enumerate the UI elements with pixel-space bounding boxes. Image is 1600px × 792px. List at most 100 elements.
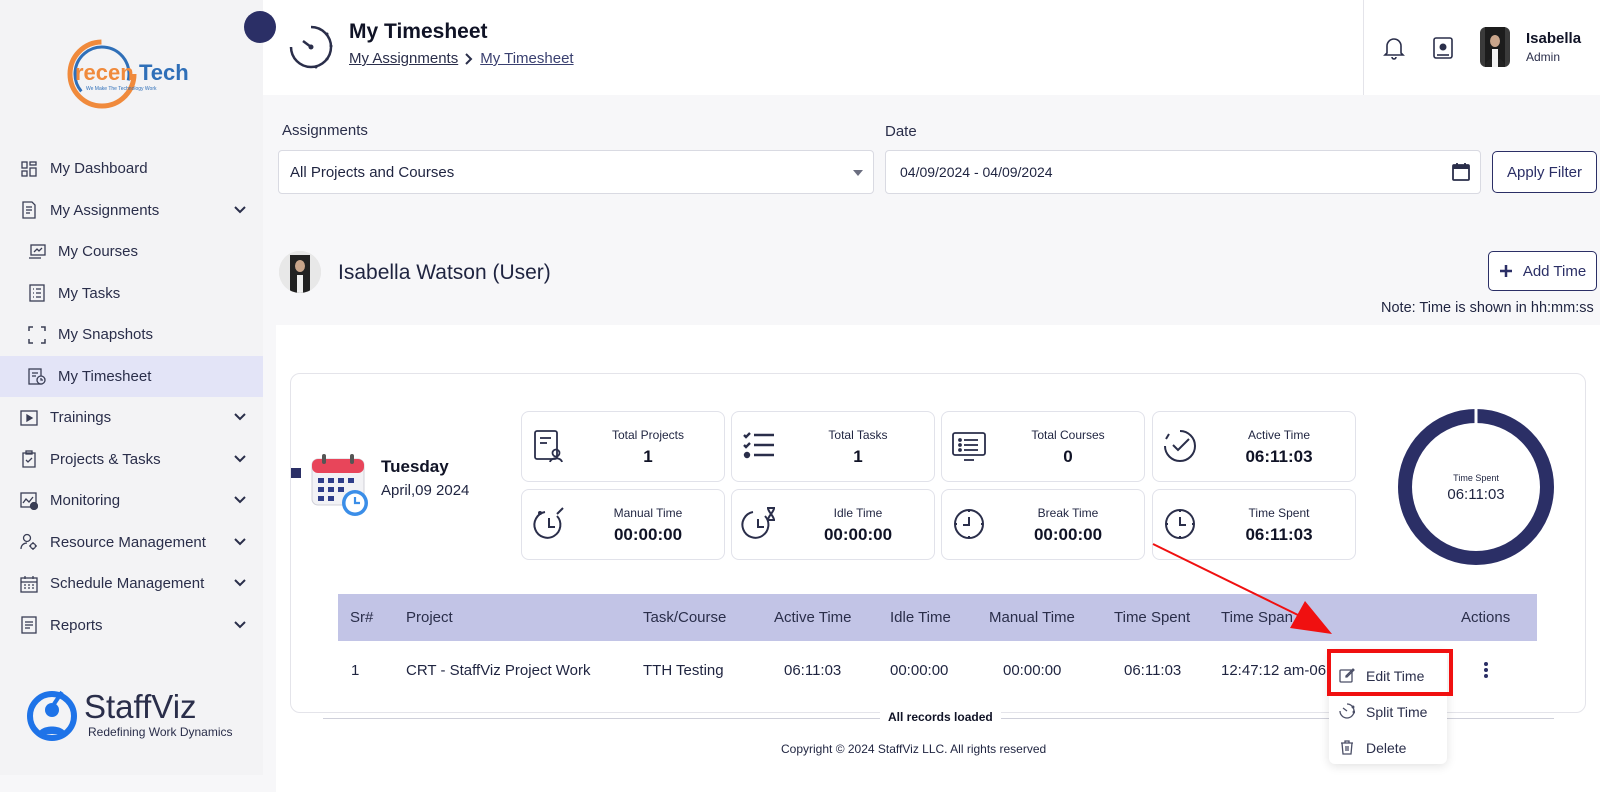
staffviz-brand-name: StaffViz bbox=[84, 688, 197, 725]
sidebar-item-schedule-management[interactable]: Schedule Management bbox=[0, 563, 263, 605]
donut-value: 06:11:03 bbox=[1447, 486, 1504, 503]
hourglass-clock-icon bbox=[741, 507, 775, 539]
sidebar-item-reports[interactable]: Reports bbox=[0, 605, 263, 647]
sidebar-item-label: My Tasks bbox=[58, 284, 121, 302]
breadcrumb: My Assignments My Timesheet bbox=[349, 50, 574, 67]
cell-manual-time: 00:00:00 bbox=[1003, 662, 1062, 679]
user-name: Isabella bbox=[1526, 30, 1582, 47]
chevron-down-icon[interactable] bbox=[233, 576, 247, 590]
stat-label: Total Courses bbox=[1031, 428, 1105, 442]
chevron-down-icon[interactable] bbox=[233, 535, 247, 549]
apply-filter-button[interactable]: Apply Filter bbox=[1492, 151, 1597, 193]
sidebar: recen Tech We Make The Technology Work M… bbox=[0, 0, 263, 775]
chevron-down-icon[interactable] bbox=[233, 203, 247, 217]
monitor-list-icon bbox=[952, 432, 986, 461]
column-header-project[interactable]: Project bbox=[406, 609, 453, 626]
chevron-down-icon[interactable] bbox=[233, 410, 247, 424]
sidebar-item-label: Monitoring bbox=[50, 492, 121, 510]
sidebar-item-resource-management[interactable]: Resource Management bbox=[0, 522, 263, 564]
play-icon bbox=[20, 409, 38, 427]
avatar[interactable] bbox=[1480, 27, 1510, 67]
stat-label: Break Time bbox=[1037, 506, 1099, 520]
chevron-down-icon[interactable] bbox=[233, 618, 247, 632]
stat-value: 06:11:03 bbox=[1245, 447, 1313, 466]
sidebar-item-trainings[interactable]: Trainings bbox=[0, 397, 263, 439]
stat-total-projects: Total Projects 1 bbox=[521, 411, 725, 482]
cell-time-span: 12:47:12 am-06 bbox=[1221, 662, 1327, 679]
menu-item-delete[interactable]: Delete bbox=[1329, 731, 1447, 765]
sidebar-item-projects-tasks[interactable]: Projects & Tasks bbox=[0, 439, 263, 481]
assignments-select[interactable]: All Projects and Courses bbox=[278, 150, 874, 194]
stat-value: 1 bbox=[853, 447, 863, 466]
row-actions-button[interactable] bbox=[1472, 656, 1500, 684]
column-header-task-course[interactable]: Task/Course bbox=[643, 609, 726, 626]
sidebar-item-label: My Dashboard bbox=[50, 160, 148, 178]
column-header-idle-time[interactable]: Idle Time bbox=[890, 609, 951, 626]
stat-value: 00:00:00 bbox=[823, 525, 893, 544]
recentech-logo[interactable]: recen Tech We Make The Technology Work bbox=[66, 38, 196, 110]
stat-value: 00:00:00 bbox=[1033, 525, 1103, 544]
split-clock-icon bbox=[1339, 703, 1355, 719]
sidebar-item-my-tasks[interactable]: My Tasks bbox=[0, 273, 263, 315]
sidebar-item-my-timesheet[interactable]: My Timesheet bbox=[0, 355, 263, 397]
stat-total-courses: Total Courses 0 bbox=[941, 411, 1145, 482]
sidebar-item-my-courses[interactable]: My Courses bbox=[0, 231, 263, 273]
time-format-note: Note: Time is shown in hh:mm:ss bbox=[1381, 300, 1594, 316]
chevron-down-icon[interactable] bbox=[233, 493, 247, 507]
sidebar-item-monitoring[interactable]: Monitoring bbox=[0, 480, 263, 522]
stat-active-time: Active Time 06:11:03 bbox=[1152, 411, 1356, 482]
menu-item-label: Split Time bbox=[1366, 704, 1428, 720]
column-header-time-spent[interactable]: Time Spent bbox=[1114, 609, 1190, 626]
breadcrumb-my-timesheet[interactable]: My Timesheet bbox=[480, 50, 573, 67]
snapshots-icon bbox=[28, 326, 46, 344]
stat-label: Total Projects bbox=[611, 428, 685, 442]
stat-label: Manual Time bbox=[613, 506, 683, 520]
cell-active-time: 06:11:03 bbox=[784, 662, 842, 679]
stat-value: 06:11:03 bbox=[1245, 525, 1313, 544]
column-header-time-span[interactable]: Time Span bbox=[1221, 609, 1293, 626]
sidebar-toggle[interactable] bbox=[244, 11, 276, 43]
timesheet-icon bbox=[28, 367, 46, 385]
cell-time-spent: 06:11:03 bbox=[1124, 662, 1182, 679]
stat-value: 0 bbox=[1063, 447, 1073, 466]
user-avatar bbox=[279, 251, 321, 293]
assignments-icon bbox=[20, 201, 38, 219]
bell-icon[interactable] bbox=[1383, 36, 1405, 60]
stat-value: 00:00:00 bbox=[613, 525, 683, 544]
book-gear-icon[interactable] bbox=[1432, 36, 1454, 60]
add-time-button[interactable]: Add Time bbox=[1488, 251, 1597, 291]
chevron-down-icon[interactable] bbox=[233, 452, 247, 466]
chevron-right-icon bbox=[465, 52, 473, 65]
sidebar-item-label: My Assignments bbox=[50, 201, 160, 219]
stat-label: Idle Time bbox=[833, 506, 883, 520]
users-gear-icon bbox=[20, 533, 38, 551]
time-spent-donut: Time Spent 06:11:03 bbox=[1398, 409, 1554, 565]
divider bbox=[1363, 0, 1364, 95]
sidebar-item-dashboard[interactable]: My Dashboard bbox=[0, 148, 263, 190]
page-title: My Timesheet bbox=[349, 20, 488, 43]
date-range-input[interactable]: 04/09/2024 - 04/09/2024 bbox=[885, 150, 1481, 194]
timesheet-clock-icon bbox=[289, 25, 333, 69]
clipboard-icon bbox=[20, 450, 38, 468]
sidebar-nav: My Dashboard My Assignments My Courses M… bbox=[0, 148, 263, 646]
sidebar-item-my-assignments[interactable]: My Assignments bbox=[0, 190, 263, 232]
assignments-label: Assignments bbox=[282, 122, 368, 139]
cell-sr: 1 bbox=[351, 662, 360, 679]
user-heading: Isabella Watson (User) bbox=[338, 261, 551, 284]
tasks-icon bbox=[28, 284, 46, 302]
stat-label: Total Tasks bbox=[828, 428, 888, 442]
day-date: April,09 2024 bbox=[381, 482, 470, 499]
column-header-sr: Sr# bbox=[350, 609, 374, 626]
column-header-manual-time[interactable]: Manual Time bbox=[989, 609, 1075, 626]
sidebar-item-label: My Courses bbox=[58, 243, 139, 261]
sidebar-item-my-snapshots[interactable]: My Snapshots bbox=[0, 314, 263, 356]
menu-item-split-time[interactable]: Split Time bbox=[1329, 695, 1447, 729]
column-header-actions: Actions bbox=[1461, 609, 1511, 626]
monitoring-icon bbox=[20, 492, 38, 510]
breadcrumb-my-assignments[interactable]: My Assignments bbox=[349, 50, 458, 67]
column-header-active-time[interactable]: Active Time bbox=[774, 609, 852, 626]
staffviz-logo[interactable]: StaffViz Redefining Work Dynamics bbox=[24, 686, 250, 746]
calendar-icon[interactable] bbox=[1451, 162, 1471, 182]
stat-value: 1 bbox=[643, 447, 653, 466]
date-label: Date bbox=[885, 123, 917, 140]
